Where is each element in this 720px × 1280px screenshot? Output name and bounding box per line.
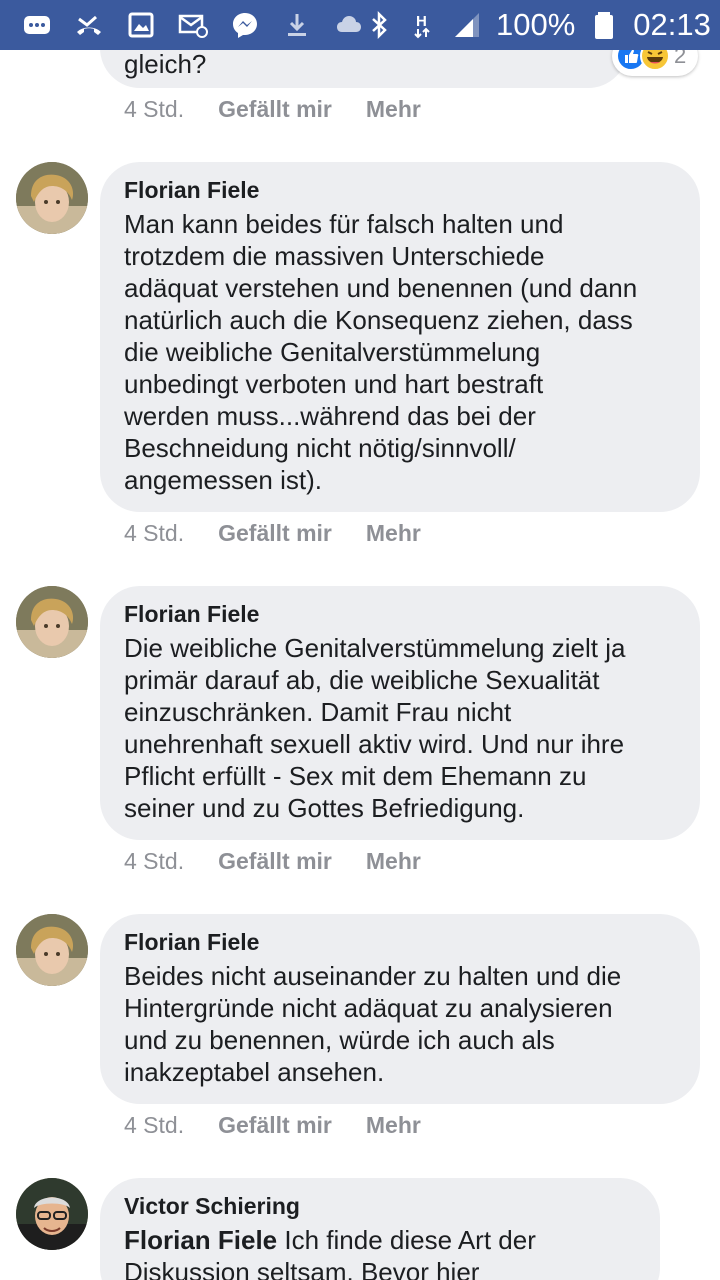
text-fragment: Ich finde diese Art der: [277, 1225, 536, 1255]
text-line: primär darauf ab, die weibliche Sexualit…: [124, 665, 600, 695]
battery-percent: 100%: [496, 7, 576, 42]
text-line: Hintergründe nicht adäquat zu analysiere…: [124, 993, 613, 1023]
like-button[interactable]: Gefällt mir: [218, 1112, 332, 1139]
avatar[interactable]: [16, 914, 88, 986]
comment-author[interactable]: Victor Schiering: [124, 1192, 636, 1220]
avatar[interactable]: [16, 1178, 88, 1250]
like-button[interactable]: Gefällt mir: [218, 848, 332, 875]
text-line: Beides nicht auseinander zu halten und d…: [124, 961, 622, 991]
comment-text: Florian Fiele Ich finde diese Art der Di…: [124, 1224, 636, 1280]
comment-actions: 4 Std. Gefällt mir Mehr: [124, 848, 421, 875]
text-line: adäquat verstehen und benennen (und dann: [124, 273, 638, 303]
cloud-icon: [334, 10, 364, 40]
battery-icon: [589, 10, 619, 40]
message-icon: [22, 10, 52, 40]
text-line: Die weibliche Genitalverstümmelung zielt…: [124, 633, 626, 663]
avatar[interactable]: [16, 586, 88, 658]
text-line: werden muss...während das bei der: [124, 401, 536, 431]
clock: 02:13: [633, 7, 711, 42]
text-line: unehrenhaft sexuell aktiv wird. Und nur …: [124, 729, 625, 759]
text-line: Pflicht erfüllt - Sex mit dem Ehemann zu: [124, 761, 587, 791]
text-line: einzuschränken. Damit Frau nicht: [124, 697, 512, 727]
like-button[interactable]: Gefällt mir: [218, 96, 332, 123]
comment-author[interactable]: Florian Fiele: [124, 176, 676, 204]
more-button[interactable]: Mehr: [366, 848, 421, 875]
comment-actions: 4 Std. Gefällt mir Mehr: [124, 520, 421, 547]
comment-time: 4 Std.: [124, 848, 185, 874]
text-line: natürlich auch die Konsequenz ziehen, da…: [124, 305, 633, 335]
comment-actions: 4 Std. Gefällt mir Mehr: [124, 96, 421, 123]
text-line: die weibliche Genitalverstümmelung: [124, 337, 541, 367]
text-line: trotzdem die massiven Unterschiede: [124, 241, 545, 271]
status-bar: H 100% 02:13: [0, 0, 720, 50]
text-line: inakzeptabel ansehen.: [124, 1057, 385, 1087]
more-button[interactable]: Mehr: [366, 1112, 421, 1139]
download-icon: [282, 10, 312, 40]
comment-time: 4 Std.: [124, 1112, 185, 1138]
comment-bubble[interactable]: Victor Schiering Florian Fiele Ich finde…: [100, 1178, 660, 1280]
missed-call-icon: [74, 10, 104, 40]
more-button[interactable]: Mehr: [366, 520, 421, 547]
text-line: angemessen ist).: [124, 465, 322, 495]
mention-link[interactable]: Florian Fiele: [124, 1225, 277, 1255]
comment-author[interactable]: Florian Fiele: [124, 928, 676, 956]
comment-text: Beides nicht auseinander zu halten und d…: [124, 960, 676, 1088]
comment-text: Die weibliche Genitalverstümmelung zielt…: [124, 632, 676, 824]
comment-author[interactable]: Florian Fiele: [124, 600, 676, 628]
email-icon: [178, 10, 208, 40]
text-line: seiner und zu Gottes Befriedigung.: [124, 793, 525, 823]
signal-icon: [452, 10, 482, 40]
comment-bubble[interactable]: Florian Fiele Beides nicht auseinander z…: [100, 914, 700, 1104]
comment: Victor Schiering Florian Fiele Ich finde…: [0, 1178, 720, 1280]
more-button[interactable]: Mehr: [366, 96, 421, 123]
text-line: unbedingt verboten und hart bestraft: [124, 369, 544, 399]
comment-actions: 4 Std. Gefällt mir Mehr: [124, 1112, 421, 1139]
comment-time: 4 Std.: [124, 96, 185, 122]
text-line: Florian Fiele Ich finde diese Art der: [124, 1224, 636, 1256]
text-line: Beschneidung nicht nötig/sinnvoll/: [124, 433, 516, 463]
comment-bubble[interactable]: Florian Fiele Man kann beides für falsch…: [100, 162, 700, 512]
svg-text:H: H: [416, 13, 427, 30]
comment-bubble[interactable]: Florian Fiele Die weibliche Genitalverst…: [100, 586, 700, 840]
image-icon: [126, 10, 156, 40]
comment-time: 4 Std.: [124, 520, 185, 546]
hsdpa-icon: H: [408, 10, 438, 40]
text-line: Diskussion seltsam. Bevor hier: [124, 1257, 480, 1280]
bluetooth-icon: [364, 10, 394, 40]
comment-text: gleich?: [124, 49, 207, 79]
comment-text: Man kann beides für falsch halten und tr…: [124, 208, 676, 496]
like-button[interactable]: Gefällt mir: [218, 520, 332, 547]
text-line: Man kann beides für falsch halten und: [124, 209, 564, 239]
messenger-icon: [230, 10, 260, 40]
text-line: und zu benennen, würde ich auch als: [124, 1025, 555, 1055]
avatar[interactable]: [16, 162, 88, 234]
